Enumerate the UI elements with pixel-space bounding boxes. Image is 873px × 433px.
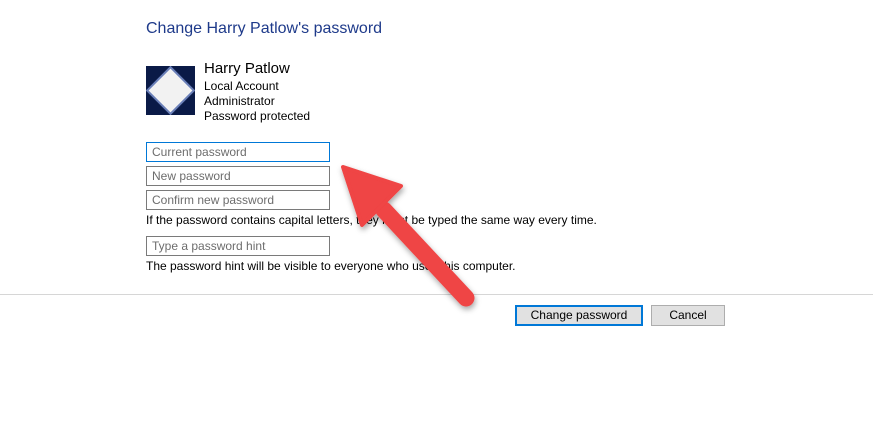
capitals-note: If the password contains capital letters… — [146, 213, 597, 227]
divider — [0, 294, 873, 295]
account-type: Local Account — [204, 79, 279, 93]
password-status: Password protected — [204, 109, 311, 123]
arrow-shape — [341, 165, 475, 307]
page-title: Change Harry Patlow's password — [146, 20, 383, 37]
change-password-page: Change Harry Patlow's password Harry Pat… — [0, 0, 873, 433]
user-avatar-icon — [146, 66, 195, 115]
hint-visibility-note: The password hint will be visible to eve… — [146, 259, 516, 273]
confirm-password-input[interactable] — [146, 190, 330, 210]
change-password-button[interactable]: Change password — [515, 305, 643, 326]
account-role: Administrator — [204, 94, 275, 108]
current-password-input[interactable] — [146, 142, 330, 162]
user-name: Harry Patlow — [204, 60, 290, 77]
avatar-diamond-shape — [148, 68, 193, 113]
cancel-button[interactable]: Cancel — [651, 305, 725, 326]
new-password-input[interactable] — [146, 166, 330, 186]
password-hint-input[interactable] — [146, 236, 330, 256]
